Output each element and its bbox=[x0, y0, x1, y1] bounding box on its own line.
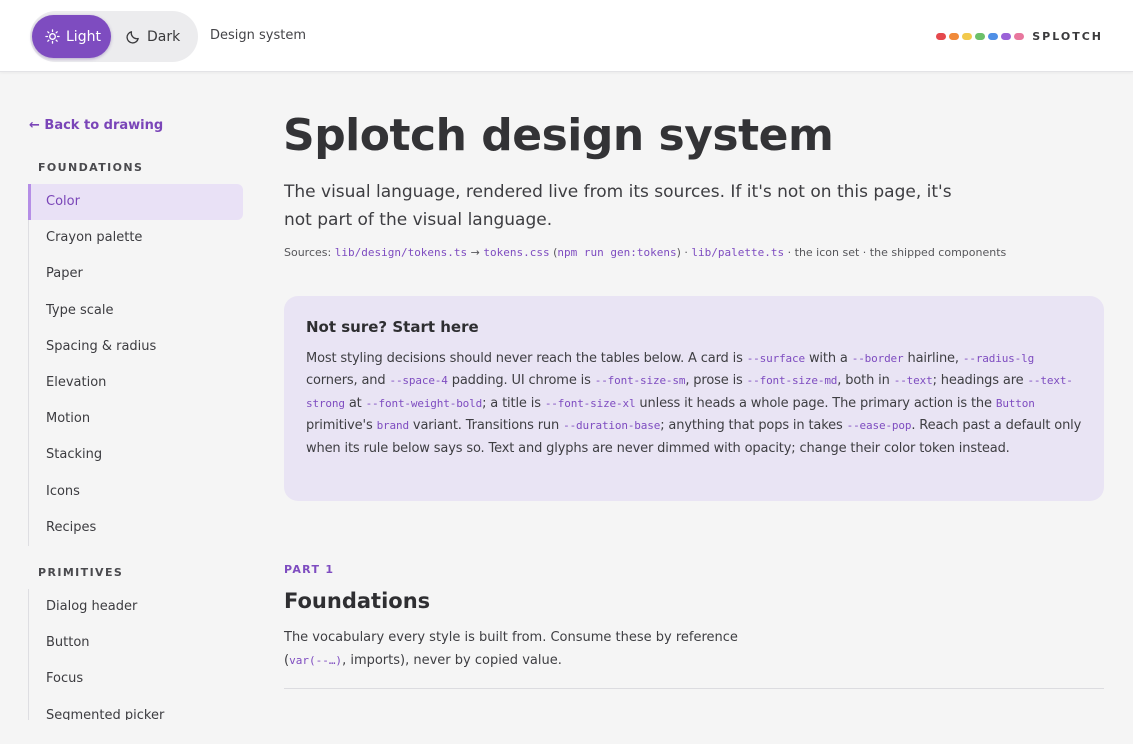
callout-text: Most styling decisions should never reac… bbox=[306, 351, 747, 366]
section-title-foundations: Foundations bbox=[284, 589, 431, 613]
token-code: Button bbox=[995, 396, 1035, 410]
token-code: --font-size-md bbox=[746, 374, 838, 388]
sidebar-item-type-scale[interactable]: Type scale bbox=[29, 293, 244, 329]
brand-dot bbox=[949, 33, 960, 40]
section-description: The vocabulary every style is built from… bbox=[284, 626, 754, 672]
token-code: --radius-lg bbox=[962, 352, 1035, 365]
callout-text: hairline, bbox=[903, 351, 963, 366]
theme-light-label: Light bbox=[66, 28, 101, 45]
sidebar: ← Back to drawing FOUNDATIONS Color Crayo… bbox=[0, 0, 260, 720]
page-title: Splotch design system bbox=[283, 110, 834, 161]
brand-logo[interactable]: SPLOTCH bbox=[936, 30, 1103, 43]
theme-toggle: Light Dark bbox=[30, 11, 198, 62]
section-desc-text: , imports), never by copied value. bbox=[342, 653, 562, 668]
brand-dot bbox=[1014, 33, 1025, 40]
page-label: Design system bbox=[210, 28, 307, 43]
sidebar-item-paper[interactable]: Paper bbox=[29, 256, 244, 292]
callout-text: , both in bbox=[837, 373, 894, 389]
callout-text: ; anything that pops in takes bbox=[660, 418, 847, 434]
palette-ts-link[interactable]: lib/palette.ts bbox=[691, 246, 784, 259]
token-code: --surface bbox=[746, 352, 805, 365]
start-here-callout: Not sure? Start here Most styling decisi… bbox=[284, 296, 1104, 501]
token-code: --space-4 bbox=[389, 374, 448, 388]
brand-name: SPLOTCH bbox=[1032, 30, 1103, 43]
token-code: --border bbox=[851, 352, 904, 365]
brand-dot bbox=[936, 33, 947, 40]
token-code: --font-size-sm bbox=[594, 374, 686, 388]
nav-group-foundations: Color Crayon palette Paper Type scale Spacin… bbox=[28, 184, 244, 546]
nav-group-primitives: Dialog header Button Focus Segmented picker bbox=[28, 589, 244, 720]
nav-heading-primitives: PRIMITIVES bbox=[38, 566, 124, 579]
token-code: --duration-base bbox=[563, 419, 661, 433]
sidebar-item-elevation[interactable]: Elevation bbox=[29, 365, 244, 401]
callout-text: padding. UI chrome is bbox=[447, 373, 595, 389]
page-lede: The visual language, rendered live from … bbox=[284, 182, 952, 230]
sidebar-item-segmented-picker[interactable]: Segmented picker bbox=[29, 698, 244, 720]
sidebar-item-recipes[interactable]: Recipes bbox=[29, 510, 244, 546]
callout-text: variant. Transitions run bbox=[408, 418, 564, 434]
sidebar-item-spacing-radius[interactable]: Spacing & radius bbox=[29, 329, 244, 365]
gen-tokens-command: npm run gen:tokens bbox=[557, 246, 677, 259]
theme-dark-button[interactable]: Dark bbox=[126, 15, 196, 58]
top-bar: Light Dark Design system SPLOTCH bbox=[0, 0, 1133, 72]
back-to-drawing-link[interactable]: ← Back to drawing bbox=[29, 118, 163, 133]
token-code: --text bbox=[893, 374, 933, 388]
nav-heading-foundations: FOUNDATIONS bbox=[38, 161, 144, 174]
brand-dots bbox=[936, 33, 1027, 40]
token-code: --font-size-xl bbox=[544, 396, 636, 410]
token-code: --font-weight-bold bbox=[365, 396, 483, 410]
brand-dot bbox=[962, 33, 973, 40]
callout-text: , prose is bbox=[685, 373, 747, 389]
tokens-ts-link[interactable]: lib/design/tokens.ts bbox=[335, 246, 467, 259]
theme-light-button[interactable]: Light bbox=[32, 15, 111, 58]
sidebar-item-crayon-palette[interactable]: Crayon palette bbox=[29, 220, 244, 256]
tokens-css-link[interactable]: tokens.css bbox=[483, 246, 549, 259]
theme-dark-label: Dark bbox=[147, 28, 181, 45]
sources-arrow: → bbox=[467, 246, 484, 259]
sidebar-item-icons[interactable]: Icons bbox=[29, 474, 244, 510]
callout-title: Not sure? Start here bbox=[306, 318, 479, 336]
sidebar-item-button[interactable]: Button bbox=[29, 625, 244, 661]
var-code: var(--…) bbox=[289, 654, 343, 667]
sidebar-item-color[interactable]: Color bbox=[28, 184, 243, 221]
callout-text: unless it heads a whole page. The primar… bbox=[635, 395, 996, 411]
token-code: --ease-pop bbox=[846, 419, 912, 433]
callout-text: with a bbox=[804, 351, 852, 366]
callout-text: ; headings are bbox=[932, 373, 1028, 389]
sidebar-item-stacking[interactable]: Stacking bbox=[29, 437, 244, 473]
sources-paren-close: ) · bbox=[676, 246, 692, 259]
sidebar-item-motion[interactable]: Motion bbox=[29, 401, 244, 437]
part-label: PART 1 bbox=[284, 563, 335, 576]
callout-text: at bbox=[344, 395, 366, 411]
section-divider bbox=[284, 688, 1104, 689]
callout-body: Most styling decisions should never reac… bbox=[306, 348, 1082, 460]
brand-dot bbox=[975, 33, 986, 40]
callout-text: primitive's bbox=[306, 418, 377, 434]
sidebar-item-dialog-header[interactable]: Dialog header bbox=[29, 589, 244, 625]
moon-icon bbox=[126, 29, 141, 44]
sources-line: Sources: lib/design/tokens.ts → tokens.c… bbox=[284, 246, 1006, 259]
callout-text: ; a title is bbox=[482, 395, 545, 411]
brand-dot bbox=[1001, 33, 1012, 40]
token-code: brand bbox=[376, 419, 410, 433]
sources-prefix: Sources: bbox=[284, 246, 335, 259]
callout-text: corners, and bbox=[306, 373, 390, 389]
sidebar-item-focus[interactable]: Focus bbox=[29, 661, 244, 697]
sources-suffix: · the icon set · the shipped components bbox=[784, 246, 1007, 259]
brand-dot bbox=[988, 33, 999, 40]
sun-icon bbox=[45, 29, 60, 44]
